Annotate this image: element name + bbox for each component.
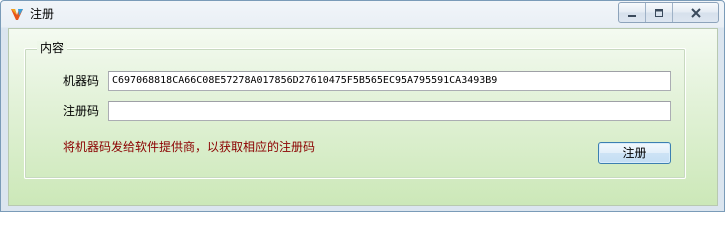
caption-buttons [618,2,719,23]
register-window: 注册 内容 机器码 C697068818CA66C08E57278A017856… [0,0,725,212]
groupbox-label: 内容 [37,41,68,55]
reg-code-field[interactable] [108,101,671,121]
minimize-button[interactable] [619,3,646,22]
machine-code-field[interactable]: C697068818CA66C08E57278A017856D27610475F… [108,71,671,91]
maximize-icon [654,3,664,22]
minimize-icon [627,3,637,22]
app-logo-icon [9,6,25,22]
title-bar[interactable]: 注册 [1,1,724,27]
close-button[interactable] [673,3,718,22]
close-icon [690,3,701,22]
reg-code-label: 注册码 [63,104,100,118]
maximize-button[interactable] [646,3,673,22]
hint-text: 将机器码发给软件提供商，以获取相应的注册码 [63,140,316,154]
window-title: 注册 [30,7,55,21]
machine-code-label: 机器码 [63,74,100,88]
register-button[interactable]: 注册 [598,142,671,164]
